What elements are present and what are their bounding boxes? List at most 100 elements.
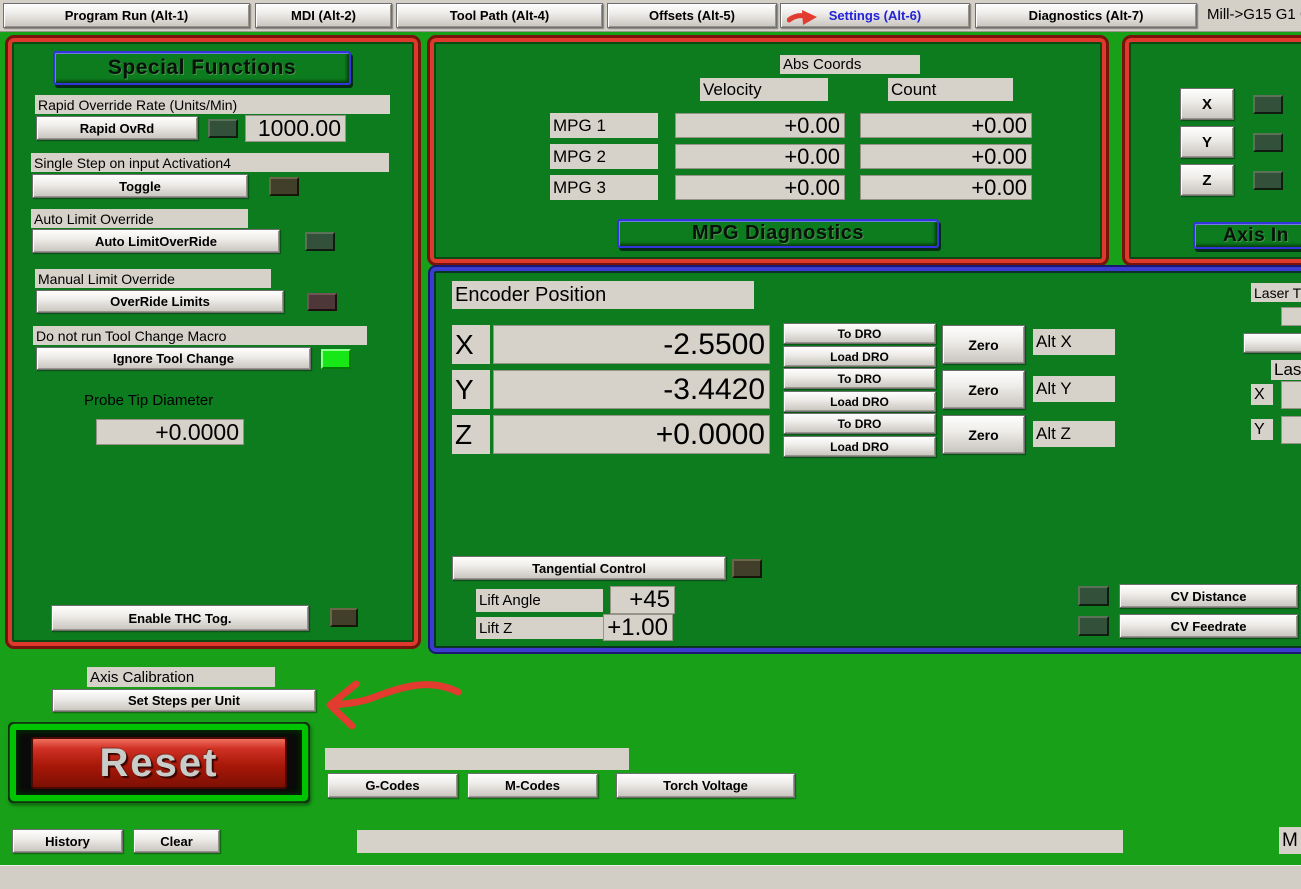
laser-wide-button[interactable] (1243, 333, 1301, 353)
y-to-dro-button[interactable]: To DRO (783, 368, 936, 389)
top-tab-bar: Program Run (Alt-1) MDI (Alt-2) Tool Pat… (0, 0, 1301, 32)
encoder-z-dro[interactable]: +0.0000 (493, 415, 770, 454)
tab-label: Settings (Alt-6) (829, 8, 921, 23)
z-to-dro-button[interactable]: To DRO (783, 413, 936, 434)
encoder-x-axis-label: X (452, 325, 490, 364)
alt-y-label: Alt Y (1033, 376, 1115, 402)
y-load-dro-button[interactable]: Load DRO (783, 391, 936, 412)
tab-label: Diagnostics (Alt-7) (1029, 8, 1144, 23)
axis-inhibit-title: Axis In (1193, 222, 1301, 249)
x-to-dro-button[interactable]: To DRO (783, 323, 936, 344)
axis-inhibit-panel: X Y Z Axis In (1125, 38, 1301, 263)
encoder-y-dro[interactable]: -3.4420 (493, 370, 770, 409)
auto-limit-override-label: Auto Limit Override (31, 209, 248, 228)
y-zero-button[interactable]: Zero (942, 370, 1025, 409)
manual-limit-override-label: Manual Limit Override (35, 269, 271, 288)
enable-thc-led (330, 608, 358, 627)
cv-distance-button[interactable]: CV Distance (1119, 584, 1298, 608)
axis-inhibit-z-button[interactable]: Z (1180, 164, 1234, 196)
laser-trigger-label: Laser T (1251, 283, 1301, 302)
cv-feedrate-led (1078, 616, 1109, 636)
tab-tool-path[interactable]: Tool Path (Alt-4) (396, 3, 603, 28)
ignore-tool-change-button[interactable]: Ignore Tool Change (36, 347, 311, 370)
torch-voltage-button[interactable]: Torch Voltage (616, 773, 795, 798)
tool-change-macro-label: Do not run Tool Change Macro (33, 326, 367, 345)
laser-x-field[interactable] (1281, 381, 1301, 409)
tab-diagnostics[interactable]: Diagnostics (Alt-7) (975, 3, 1197, 28)
encoder-position-panel: Encoder Position X -2.5500 To DRO Load D… (430, 267, 1301, 652)
z-zero-button[interactable]: Zero (942, 415, 1025, 454)
set-steps-per-unit-button[interactable]: Set Steps per Unit (52, 689, 316, 712)
single-step-label: Single Step on input Activation4 (31, 153, 389, 172)
axis-inhibit-y-button[interactable]: Y (1180, 126, 1234, 158)
laser-x-label: X (1251, 384, 1273, 405)
count-header: Count (888, 78, 1013, 101)
rapid-rate-dro[interactable]: 1000.00 (245, 115, 346, 142)
tab-label: Offsets (Alt-5) (649, 8, 735, 23)
reset-button[interactable]: Reset (31, 737, 287, 789)
tangential-control-led (732, 559, 762, 578)
enable-thc-button[interactable]: Enable THC Tog. (51, 605, 309, 631)
encoder-x-dro[interactable]: -2.5500 (493, 325, 770, 364)
gcodes-button[interactable]: G-Codes (327, 773, 458, 798)
special-functions-panel: Special Functions Rapid Override Rate (U… (8, 38, 418, 646)
mpg2-velocity-dro: +0.00 (675, 144, 845, 169)
mpg-diagnostics-title: MPG Diagnostics (617, 219, 939, 248)
mach3-settings-screen: Program Run (Alt-1) MDI (Alt-2) Tool Pat… (0, 0, 1301, 889)
tab-label: Tool Path (Alt-4) (450, 8, 549, 23)
x-zero-button[interactable]: Zero (942, 325, 1025, 364)
x-load-dro-button[interactable]: Load DRO (783, 346, 936, 367)
laser-y-label: Y (1251, 419, 1273, 440)
alt-x-label: Alt X (1033, 329, 1115, 355)
auto-limit-override-button[interactable]: Auto LimitOverRide (32, 229, 280, 253)
mpg1-label: MPG 1 (550, 113, 658, 138)
probe-tip-diameter-dro[interactable]: +0.0000 (96, 419, 244, 445)
lift-z-label: Lift Z (476, 617, 603, 639)
laser-y-field[interactable] (1281, 416, 1301, 444)
lift-angle-label: Lift Angle (476, 589, 603, 612)
mpg1-count-dro: +0.00 (860, 113, 1032, 138)
probe-tip-diameter-label: Probe Tip Diameter (84, 392, 213, 409)
axis-inhibit-x-button[interactable]: X (1180, 88, 1234, 120)
tab-settings[interactable]: Settings (Alt-6) (780, 3, 970, 28)
tab-offsets[interactable]: Offsets (Alt-5) (607, 3, 777, 28)
mpg3-count-dro: +0.00 (860, 175, 1032, 200)
cv-feedrate-button[interactable]: CV Feedrate (1119, 614, 1298, 638)
override-limits-button[interactable]: OverRide Limits (36, 290, 284, 313)
mpg2-label: MPG 2 (550, 144, 658, 169)
history-button[interactable]: History (12, 829, 123, 853)
tab-label: Program Run (Alt-1) (65, 8, 189, 23)
axis-calibration-label: Axis Calibration (87, 667, 275, 687)
tab-program-run[interactable]: Program Run (Alt-1) (3, 3, 250, 28)
laser-trigger-field[interactable] (1281, 307, 1301, 326)
z-load-dro-button[interactable]: Load DRO (783, 436, 936, 457)
tangential-control-button[interactable]: Tangential Control (452, 556, 726, 580)
laser-grid-label: Las (1271, 360, 1301, 380)
abs-coords-label: Abs Coords (780, 55, 920, 74)
override-limits-led (307, 293, 337, 311)
hand-drawn-arrow-icon (320, 670, 465, 732)
mpg-diagnostics-panel: Abs Coords Velocity Count MPG 1 +0.00 +0… (430, 38, 1106, 263)
encoder-z-axis-label: Z (452, 415, 490, 454)
special-functions-title: Special Functions (53, 51, 351, 85)
rapid-ovrd-button[interactable]: Rapid OvRd (36, 116, 198, 140)
ignore-tool-change-led (321, 349, 351, 369)
mpg3-velocity-dro: +0.00 (675, 175, 845, 200)
single-step-led (269, 177, 299, 196)
mode-indicator: M (1279, 827, 1301, 854)
lift-angle-dro[interactable]: +45 (610, 586, 675, 614)
rapid-ovrd-led (208, 119, 238, 138)
axis-inhibit-z-led (1253, 171, 1283, 190)
auto-limit-led (305, 232, 335, 251)
mpg3-label: MPG 3 (550, 175, 658, 200)
lift-z-dro[interactable]: +1.00 (603, 614, 673, 641)
axis-inhibit-x-led (1253, 95, 1283, 114)
mpg2-count-dro: +0.00 (860, 144, 1032, 169)
reset-frame: Reset (8, 722, 310, 803)
toggle-button[interactable]: Toggle (32, 174, 248, 198)
blank-readout-bar (325, 748, 629, 770)
red-arrow-icon (787, 8, 819, 26)
tab-mdi[interactable]: MDI (Alt-2) (255, 3, 392, 28)
clear-button[interactable]: Clear (133, 829, 220, 853)
mcodes-button[interactable]: M-Codes (467, 773, 598, 798)
